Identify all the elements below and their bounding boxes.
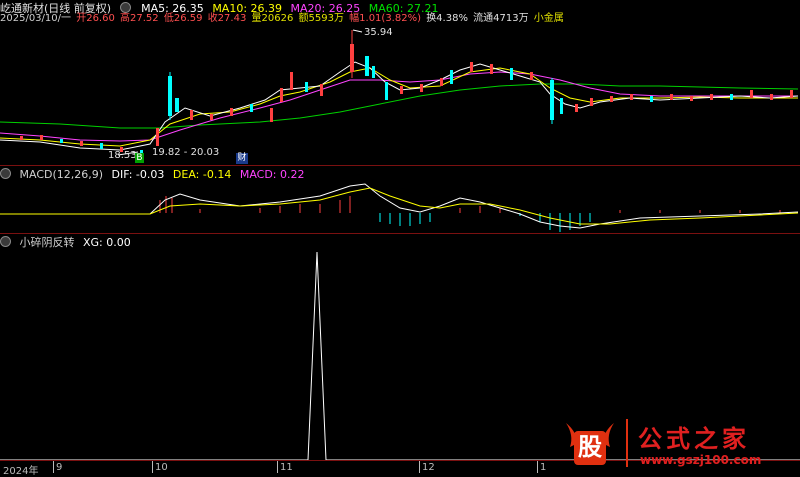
- high-price-label: 35.94: [364, 27, 393, 38]
- watermark-url: www.gszj100.com: [640, 453, 762, 467]
- macd-header: MACD(12,26,9) DIF: -0.03 DEA: -0.14 MACD…: [0, 168, 310, 181]
- macd-title: MACD(12,26,9): [19, 168, 104, 181]
- macd-histogram: [159, 196, 781, 232]
- low-price-label: 18.53: [108, 150, 137, 161]
- x-tick-10: 10: [155, 462, 168, 473]
- high-marker-line: [352, 29, 363, 33]
- panel-divider-1: [0, 165, 800, 166]
- buy-signal-badge[interactable]: B: [135, 153, 144, 163]
- x-tick-9: 9: [56, 462, 63, 473]
- ma60-line: [0, 83, 799, 129]
- x-tick-mark-1: [537, 461, 538, 473]
- x-tick-mark-11: [277, 461, 278, 473]
- range-label: 19.82 - 20.03: [152, 147, 220, 158]
- x-tick-mark-10: [152, 461, 153, 473]
- x-tick-12: 12: [422, 462, 435, 473]
- ma5-line: [0, 61, 799, 151]
- x-tick-mark-12: [419, 461, 420, 473]
- macd-dea: DEA: -0.14: [172, 168, 232, 181]
- watermark-title: 公式之家: [638, 424, 750, 453]
- watermark-brand-icon: 股: [562, 417, 618, 467]
- macd-value: MACD: 0.22: [239, 168, 305, 181]
- ma10-line: [0, 67, 798, 147]
- x-tick-2024: 2024年: [3, 466, 39, 477]
- ma20-line: [0, 71, 798, 142]
- dif-line: [0, 183, 799, 229]
- x-tick-11: 11: [280, 462, 293, 473]
- candles: [20, 30, 793, 156]
- macd-dif: DIF: -0.03: [111, 168, 165, 181]
- dea-line: [0, 187, 799, 225]
- xg-header: 小碎阴反转 XG: 0.00: [0, 236, 136, 249]
- xg-value: XG: 0.00: [83, 236, 131, 249]
- xg-settings-icon[interactable]: [0, 236, 11, 247]
- watermark-divider: [626, 419, 628, 467]
- macd-settings-icon[interactable]: [0, 168, 11, 179]
- x-tick-mark-9: [53, 461, 54, 473]
- watermark-logo: 股 公式之家 www.gszj100.com: [562, 415, 800, 474]
- panel-divider-2: [0, 233, 800, 234]
- x-tick-1: 1: [540, 462, 547, 473]
- xg-title: 小碎阴反转: [19, 236, 75, 249]
- financial-report-badge[interactable]: 财: [236, 153, 248, 164]
